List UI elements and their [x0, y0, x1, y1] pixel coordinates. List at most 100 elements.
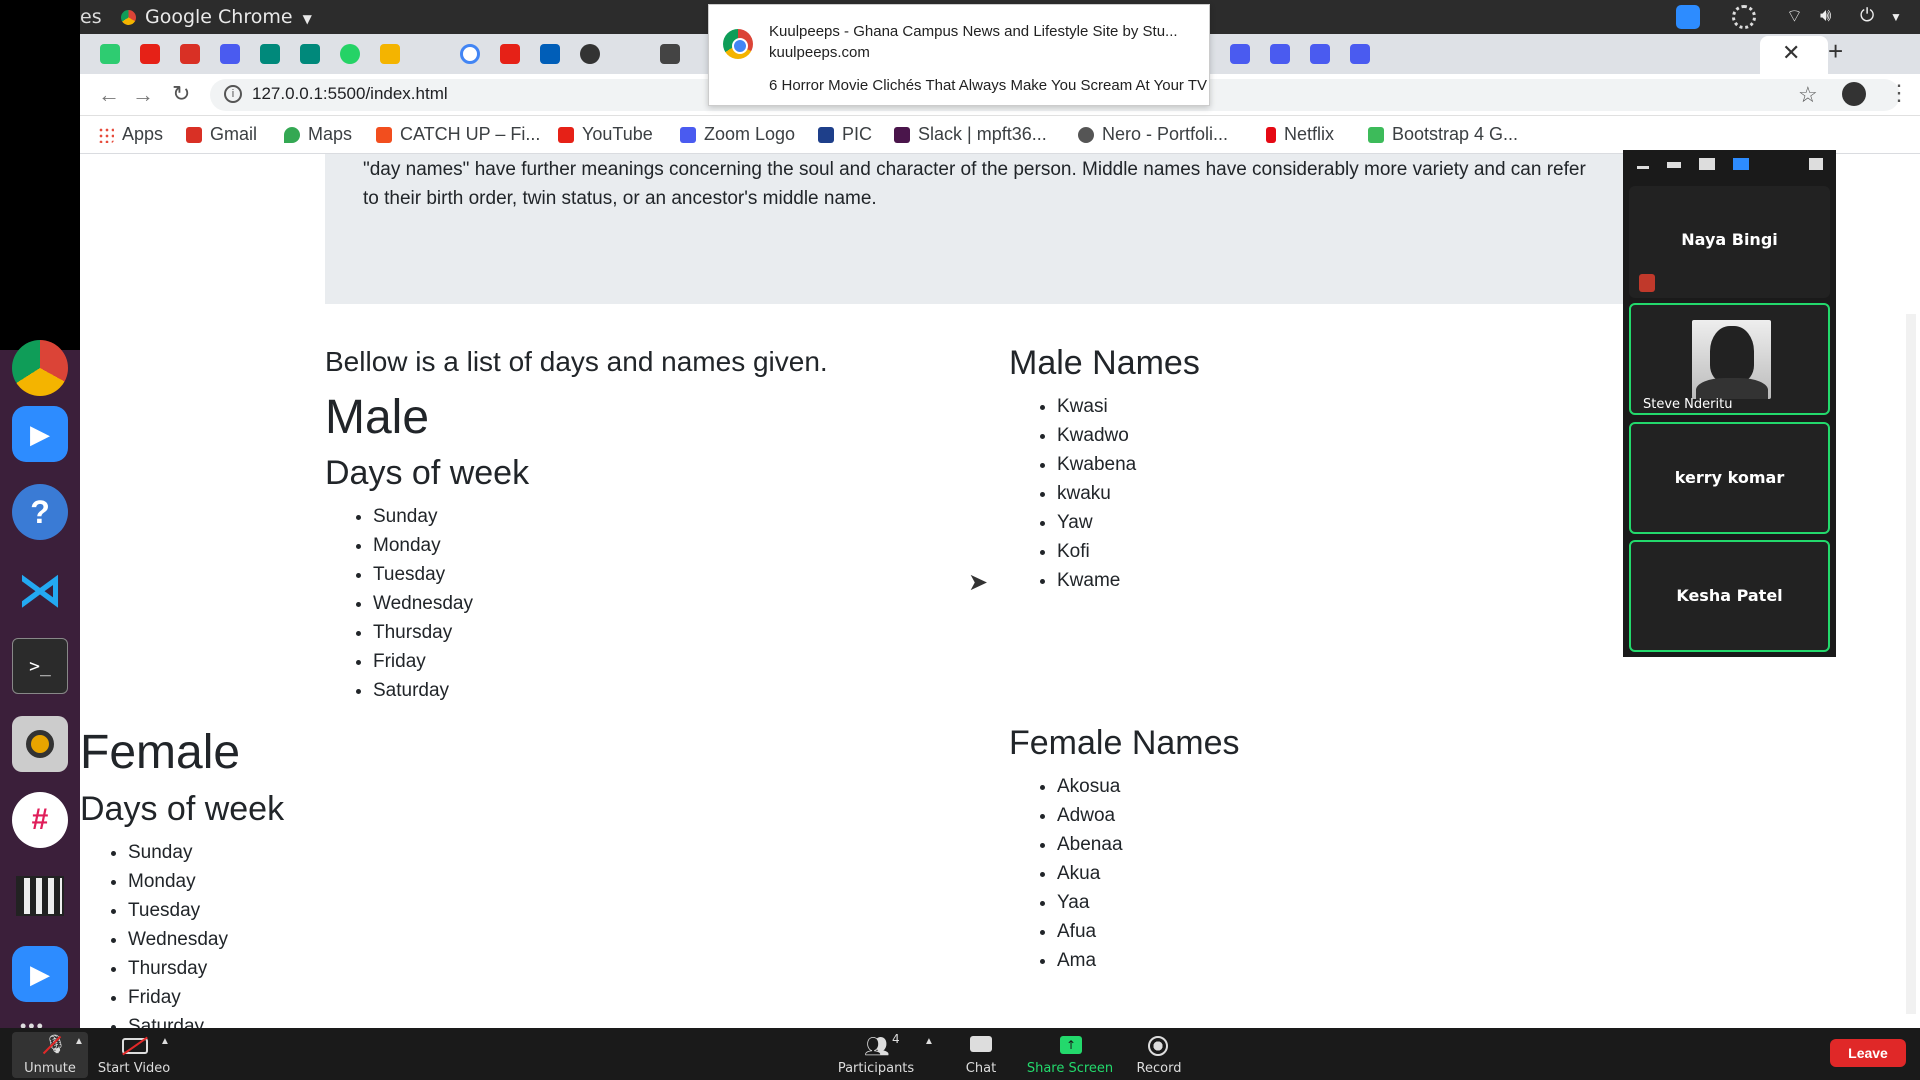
forward-icon[interactable]: → — [132, 82, 154, 108]
close-tab-icon[interactable]: ✕ — [1782, 40, 1800, 66]
page-scrollbar[interactable] — [1906, 314, 1916, 1014]
volume-icon[interactable]: 🔊︎ — [1820, 5, 1844, 29]
participant-tile[interactable]: kerry komar — [1629, 422, 1830, 534]
bookmark-figma[interactable]: CATCH UP – Fi... — [376, 124, 540, 145]
rhythmbox-dock-icon[interactable] — [12, 716, 68, 772]
tab-favicon-youtube[interactable] — [140, 44, 160, 64]
video-options-chevron-icon[interactable]: ▲ — [160, 1036, 170, 1047]
audio-options-chevron-icon[interactable]: ▲ — [74, 1036, 84, 1047]
bookmark-slack[interactable]: Slack | mpft36... — [894, 124, 1047, 145]
bookmark-star-icon[interactable]: ☆ — [1798, 82, 1818, 108]
zoom-gallery-panel: Naya Bingi Steve Nderitu kerry komar Kes… — [1623, 150, 1836, 657]
tab-favicon-github[interactable] — [580, 44, 600, 64]
tab-favicon-meet-2[interactable] — [300, 44, 320, 64]
minimize-icon[interactable] — [1637, 166, 1649, 169]
browser-menu-icon[interactable]: ⋮ — [1888, 80, 1910, 106]
tab-favicon-shield[interactable] — [660, 44, 680, 64]
vscode-dock-icon[interactable]: ⋊ — [12, 562, 68, 618]
participant-avatar — [1692, 320, 1771, 399]
tab-favicon-whatsapp[interactable] — [340, 44, 360, 64]
word-icon — [818, 126, 834, 143]
hide-video-icon[interactable] — [1667, 162, 1681, 168]
bookmark-netflix[interactable]: Netflix — [1266, 124, 1334, 145]
chrome-logo-icon — [723, 29, 753, 59]
bookmark-zoom-logo[interactable]: Zoom Logo — [680, 124, 795, 145]
participants-button[interactable]: 👥︎ 4 Participants — [834, 1032, 918, 1078]
new-tab-icon[interactable]: + — [1828, 36, 1843, 67]
tab-favicon-gmail[interactable] — [180, 44, 200, 64]
exit-fullscreen-icon[interactable] — [1809, 158, 1823, 170]
video-editor-dock-icon[interactable] — [12, 868, 68, 924]
bookmark-label: Slack | mpft36... — [918, 124, 1047, 144]
terminal-dock-icon[interactable]: >_ — [12, 638, 68, 694]
tab-favicon-zoom-5[interactable] — [1350, 44, 1370, 64]
active-app-menu[interactable]: Google Chrome ▼ — [145, 6, 312, 28]
bookmark-label: Gmail — [210, 124, 258, 144]
person-silhouette-icon — [1710, 326, 1754, 382]
participant-tile-active[interactable]: Steve Nderitu — [1629, 303, 1830, 415]
slack-tray-icon[interactable] — [1732, 5, 1756, 29]
bookmark-pic[interactable]: PIC — [818, 124, 872, 145]
record-label: Record — [1136, 1061, 1182, 1076]
intro-line-2: to their birth order, twin status, or an… — [363, 188, 877, 209]
gallery-view-icon[interactable] — [1733, 158, 1749, 170]
zoom-dock-icon-2[interactable]: ▶ — [12, 946, 68, 1002]
zoom-tray-icon[interactable] — [1676, 5, 1700, 29]
speaker-view-icon[interactable] — [1699, 158, 1715, 170]
participant-name: kerry komar — [1674, 468, 1785, 487]
list-item: Monday — [373, 531, 473, 560]
back-icon[interactable]: ← — [98, 82, 120, 108]
list-item: Kwasi — [1057, 392, 1136, 421]
start-video-label: Start Video — [97, 1061, 171, 1076]
tab-favicon-zoom-4[interactable] — [1310, 44, 1330, 64]
participant-tile[interactable]: Kesha Patel — [1629, 540, 1830, 652]
slack-icon — [894, 126, 910, 143]
chat-button[interactable]: Chat — [958, 1032, 1004, 1078]
bookmark-label: Zoom Logo — [704, 124, 796, 144]
chrome-notification[interactable]: Kuulpeeps - Ghana Campus News and Lifest… — [708, 4, 1210, 106]
power-icon[interactable]: ⏻ — [1860, 5, 1884, 29]
chrome-dock-icon[interactable] — [12, 340, 68, 396]
tab-favicon-zoom-2[interactable] — [1230, 44, 1250, 64]
zoom-icon — [680, 126, 696, 143]
list-item: Friday — [373, 647, 473, 676]
bookmark-youtube[interactable]: YouTube — [558, 124, 653, 145]
bookmark-gmail[interactable]: Gmail — [186, 124, 257, 145]
tab-favicon-zoom[interactable] — [220, 44, 240, 64]
list-item: Kwadwo — [1057, 421, 1136, 450]
record-button[interactable]: Record — [1134, 1032, 1184, 1078]
bookmark-maps[interactable]: Maps — [284, 124, 352, 145]
tab-favicon-google[interactable] — [460, 44, 480, 64]
slack-dock-icon[interactable]: # — [12, 792, 68, 848]
share-screen-button[interactable]: ↑ Share Screen — [1024, 1032, 1116, 1078]
participants-count: 4 — [892, 1032, 900, 1046]
tab-favicon-slides[interactable] — [380, 44, 400, 64]
zoom-dock-icon[interactable]: ▶ — [12, 406, 68, 462]
bookmark-apps[interactable]: Apps — [98, 124, 163, 145]
system-menu-chevron-icon[interactable]: ▼ — [1890, 10, 1902, 24]
bookmark-label: PIC — [842, 124, 873, 144]
wifi-icon[interactable]: ⌔ — [1786, 5, 1810, 29]
help-dock-icon[interactable]: ? — [12, 484, 68, 540]
leave-meeting-button[interactable]: Leave — [1830, 1039, 1906, 1067]
bookmark-nero[interactable]: Nero - Portfoli... — [1078, 124, 1228, 145]
site-info-icon[interactable]: i — [224, 85, 242, 103]
participant-tile[interactable]: Naya Bingi — [1629, 186, 1830, 298]
tab-favicon-meet[interactable] — [260, 44, 280, 64]
list-item: Yaa — [1057, 888, 1123, 917]
chat-icon — [970, 1036, 992, 1052]
bootstrap-icon — [1368, 126, 1384, 143]
url-text[interactable]: 127.0.0.1:5500/index.html — [252, 84, 448, 104]
reload-icon[interactable]: ↻ — [172, 81, 190, 107]
list-item: Kwabena — [1057, 450, 1136, 479]
participants-chevron-icon[interactable]: ▲ — [924, 1036, 934, 1047]
profile-avatar[interactable] — [1842, 82, 1866, 106]
bookmark-bootstrap[interactable]: Bootstrap 4 G... — [1368, 124, 1518, 145]
list-item: Kwame — [1057, 566, 1136, 595]
tab-favicon-sheets[interactable] — [100, 44, 120, 64]
tab-favicon-nhs[interactable] — [540, 44, 560, 64]
tab-favicon-zoom-3[interactable] — [1270, 44, 1290, 64]
female-heading: Female — [80, 726, 241, 779]
tab-favicon-youtube-2[interactable] — [500, 44, 520, 64]
list-item: Thursday — [128, 954, 228, 983]
